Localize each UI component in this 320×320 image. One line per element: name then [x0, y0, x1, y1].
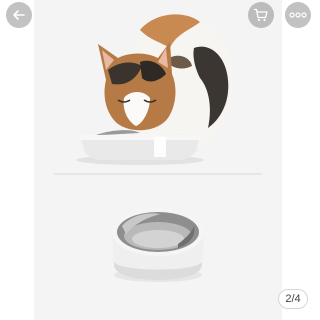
stainless-bowl-photo — [112, 208, 204, 282]
cart-button[interactable] — [248, 2, 274, 28]
arrow-left-icon — [11, 7, 27, 23]
more-horizontal-icon — [289, 11, 307, 19]
product-gallery-image[interactable] — [0, 0, 317, 320]
more-button[interactable] — [285, 2, 311, 28]
page-indicator: 2/4 — [278, 289, 308, 309]
back-button[interactable] — [6, 2, 32, 28]
shopping-cart-icon — [253, 7, 269, 23]
cat-eating-photo — [76, 14, 233, 165]
